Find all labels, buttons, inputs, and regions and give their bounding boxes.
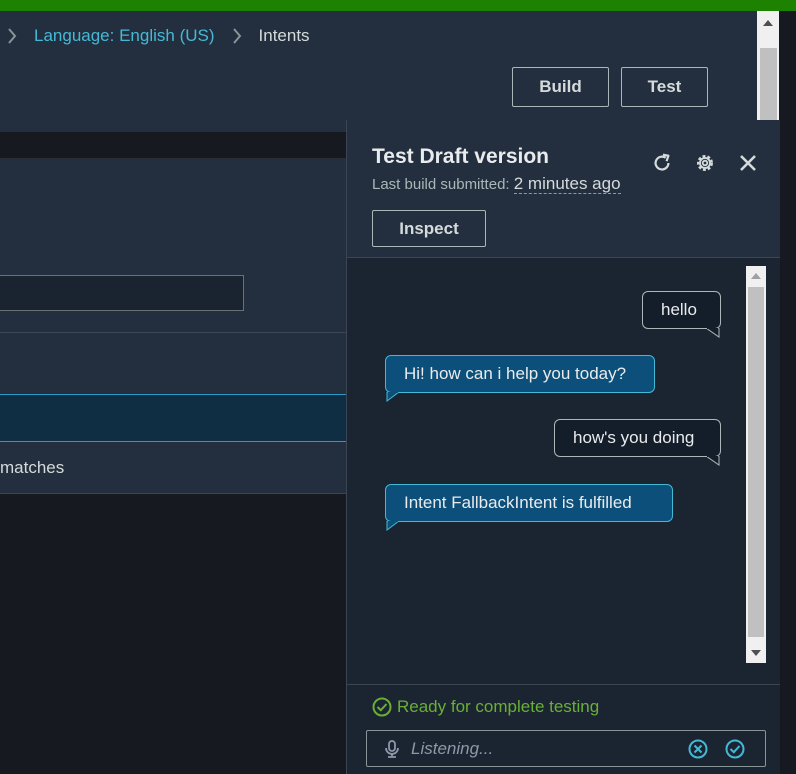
microphone-icon[interactable] bbox=[382, 739, 402, 759]
test-button[interactable]: Test bbox=[621, 67, 708, 107]
breadcrumb-language-link[interactable]: Language: English (US) bbox=[34, 26, 215, 46]
intents-panel bbox=[0, 159, 346, 494]
close-icon[interactable] bbox=[735, 150, 761, 176]
scroll-down-arrow-icon[interactable] bbox=[746, 643, 766, 663]
page-scroll-thumb[interactable] bbox=[760, 48, 777, 126]
breadcrumb-current: Intents bbox=[258, 26, 310, 45]
user-message: hello bbox=[642, 291, 721, 329]
last-build-info: Last build submitted: 2 minutes ago bbox=[372, 174, 621, 194]
chevron-right-icon bbox=[0, 24, 24, 48]
build-button[interactable]: Build bbox=[512, 67, 609, 107]
inspect-button[interactable]: Inspect bbox=[372, 210, 486, 247]
test-panel-footer: Ready for complete testing Listening... bbox=[347, 684, 780, 774]
test-panel: Test Draft version Last build submitted:… bbox=[346, 120, 780, 774]
user-message: how's you doing bbox=[554, 419, 721, 457]
test-panel-title: Test Draft version bbox=[372, 145, 549, 168]
matches-text: matches bbox=[0, 458, 65, 477]
clear-icon[interactable] bbox=[688, 739, 708, 759]
message-text: Hi! how can i help you today? bbox=[404, 364, 627, 383]
content-strip bbox=[0, 132, 346, 159]
search-input[interactable] bbox=[0, 275, 244, 311]
bot-message: Intent FallbackIntent is fulfilled bbox=[385, 484, 673, 522]
selected-table-row[interactable] bbox=[0, 394, 346, 442]
bubble-tail bbox=[386, 392, 400, 402]
status-text: Ready for complete testing bbox=[397, 697, 600, 716]
divider bbox=[0, 493, 346, 494]
last-build-time: 2 minutes ago bbox=[513, 174, 621, 194]
test-panel-header: Test Draft version Last build submitted:… bbox=[347, 120, 780, 258]
submit-check-icon[interactable] bbox=[725, 739, 745, 759]
chat-transcript: hello Hi! how can i help you today? how'… bbox=[347, 258, 780, 684]
scroll-up-arrow-icon[interactable] bbox=[746, 266, 766, 286]
input-placeholder: Listening... bbox=[411, 739, 494, 758]
refresh-icon[interactable] bbox=[649, 150, 675, 176]
page-header: Language: English (US) Intents Build Tes… bbox=[0, 11, 757, 132]
chevron-right-icon bbox=[225, 24, 249, 48]
scroll-up-arrow-icon[interactable] bbox=[757, 11, 779, 35]
bubble-tail bbox=[706, 456, 720, 466]
top-status-bar bbox=[0, 0, 796, 11]
utterance-input[interactable]: Listening... bbox=[366, 730, 766, 767]
gear-icon[interactable] bbox=[692, 150, 718, 176]
bubble-tail bbox=[706, 328, 720, 338]
last-build-label: Last build submitted: bbox=[372, 176, 510, 193]
window-edge bbox=[779, 11, 796, 774]
message-text: hello bbox=[661, 300, 697, 319]
divider bbox=[0, 332, 346, 333]
bot-message: Hi! how can i help you today? bbox=[385, 355, 655, 393]
message-text: Intent FallbackIntent is fulfilled bbox=[404, 493, 632, 512]
status-indicator: Ready for complete testing bbox=[372, 697, 599, 717]
breadcrumb: Language: English (US) Intents bbox=[0, 24, 310, 48]
check-circle-icon bbox=[372, 697, 392, 717]
message-text: how's you doing bbox=[573, 428, 695, 447]
chat-scroll-thumb[interactable] bbox=[748, 287, 764, 637]
bubble-tail bbox=[386, 521, 400, 531]
